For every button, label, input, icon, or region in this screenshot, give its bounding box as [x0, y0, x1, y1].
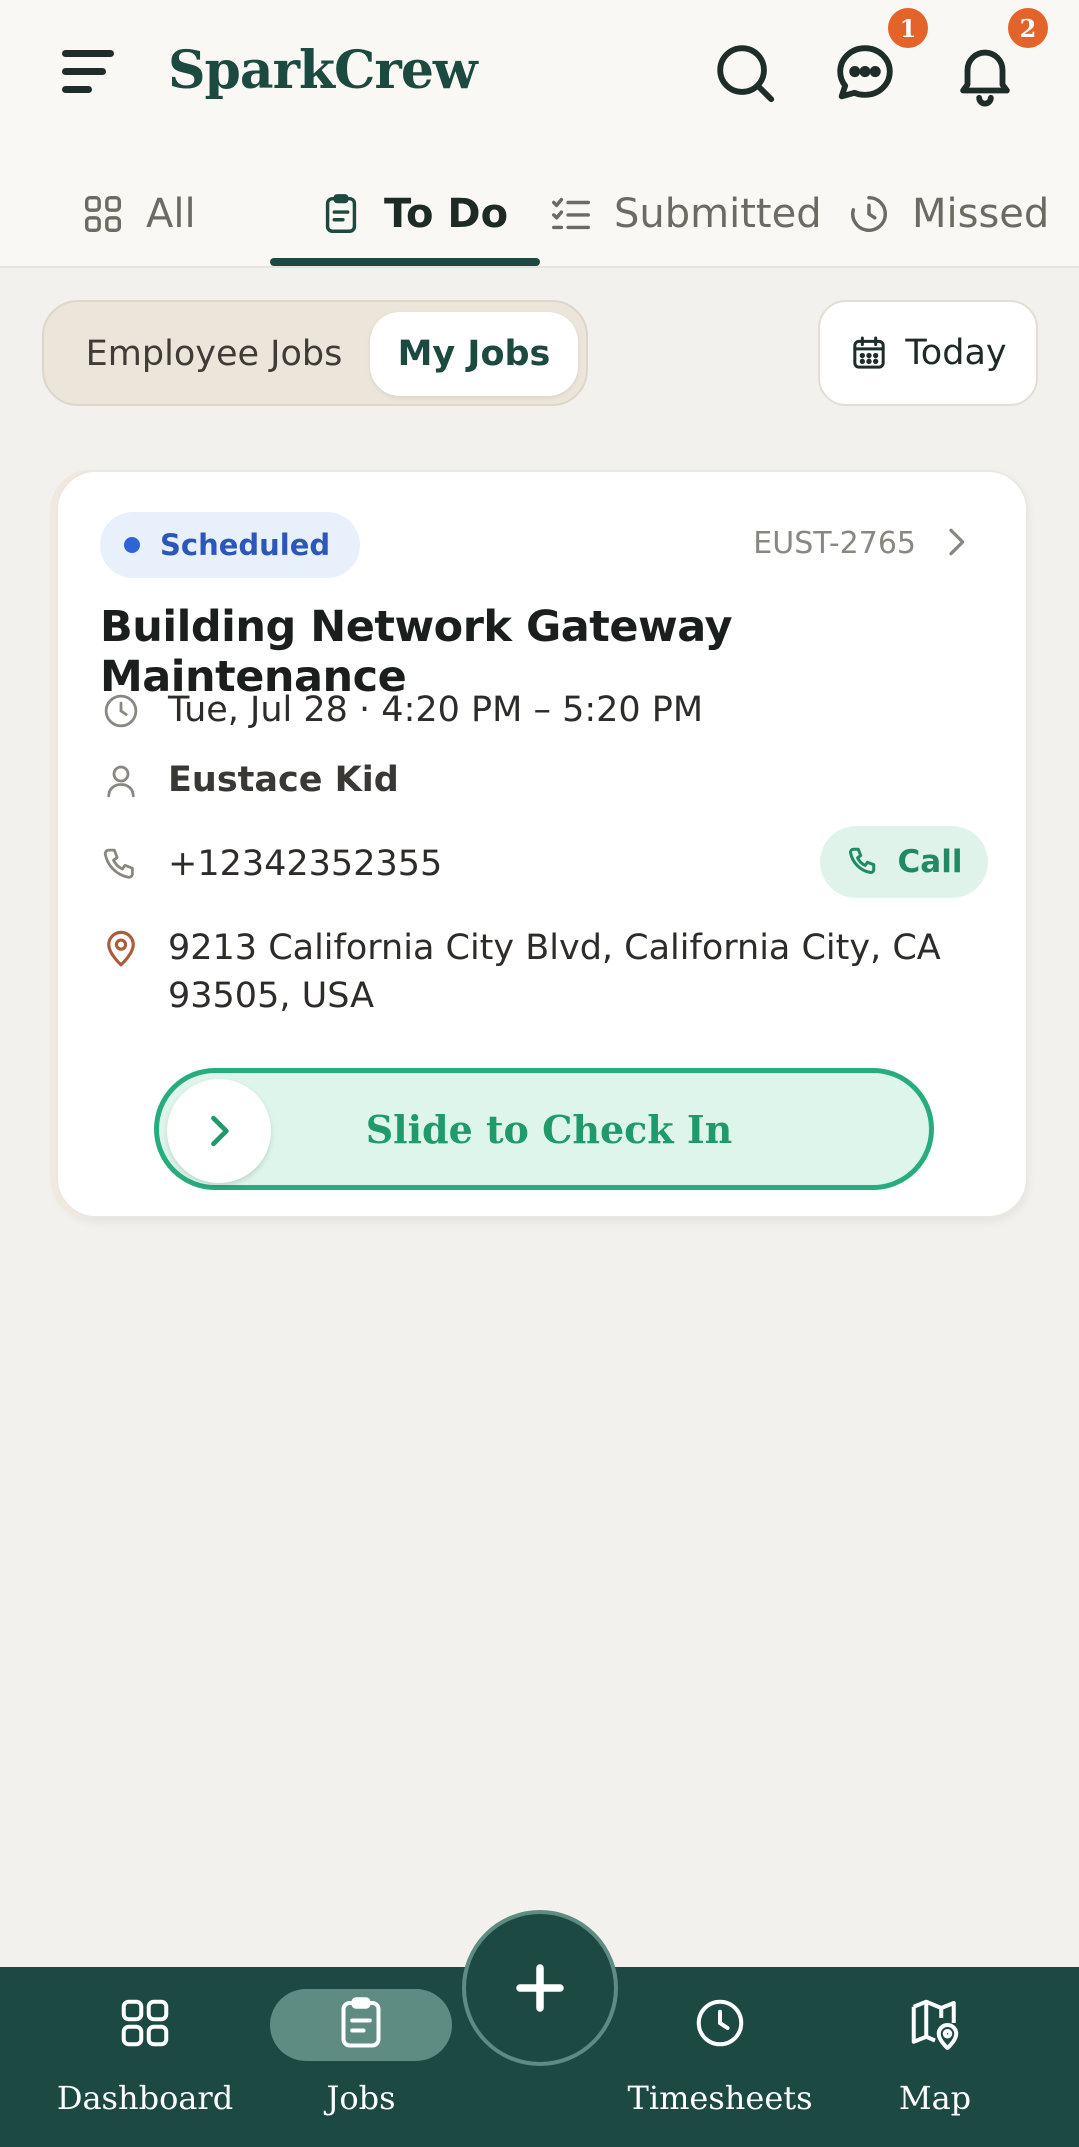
date-filter-label: Today: [905, 333, 1007, 373]
phone-icon: [103, 848, 134, 879]
bell-icon[interactable]: [950, 38, 1020, 108]
chat-icon[interactable]: [830, 38, 900, 108]
chevron-right-icon[interactable]: [936, 522, 976, 562]
nav-dashboard-label: Dashboard: [56, 2079, 234, 2117]
brand-logo: SparkCrew: [168, 40, 478, 101]
date-filter-button[interactable]: Today: [818, 300, 1038, 406]
job-scope-segmented-control: Employee Jobs My Jobs: [42, 300, 588, 406]
customer-name: Eustace Kid: [168, 760, 399, 800]
job-card[interactable]: Scheduled EUST-2765 Building Network Gat…: [56, 470, 1028, 1218]
check-in-slider-label: Slide to Check In: [365, 1106, 733, 1152]
active-tab-indicator: [270, 258, 540, 266]
tab-all[interactable]: All: [80, 180, 196, 248]
job-datetime: Tue, Jul 28 · 4:20 PM – 5:20 PM: [168, 690, 704, 730]
location-pin-icon: [107, 930, 135, 967]
job-address: 9213 California City Blvd, California Ci…: [168, 928, 941, 1016]
nav-jobs[interactable]: Jobs: [276, 1967, 446, 2147]
job-datetime-row: Tue, Jul 28 · 4:20 PM – 5:20 PM: [100, 690, 703, 732]
tab-all-label: All: [146, 191, 196, 237]
call-button[interactable]: Call: [820, 826, 988, 898]
chevron-right-icon: [211, 1115, 229, 1147]
nav-timesheets-label: Timesheets: [627, 2079, 813, 2117]
checklist-icon: [552, 197, 590, 230]
app-header: SparkCrew 1 2 All To Do Submitted Missed: [0, 0, 1079, 268]
clipboard-icon: [325, 194, 357, 233]
job-title: Building Network Gateway Maintenance: [100, 602, 732, 702]
plus-icon: [516, 1964, 564, 2012]
status-label: Scheduled: [160, 528, 331, 562]
tab-missed-label: Missed: [912, 191, 1050, 237]
nav-timesheets[interactable]: Timesheets: [627, 1967, 813, 2147]
status-dot: [124, 537, 140, 553]
grid-icon: [84, 195, 122, 233]
nav-jobs-label: Jobs: [326, 2079, 396, 2117]
job-phone-row: +12342352355: [100, 844, 442, 886]
status-badge: Scheduled: [100, 512, 361, 578]
check-in-slider[interactable]: Slide to Check In: [154, 1068, 934, 1190]
calendar-icon: [853, 336, 886, 369]
tab-to-do-label: To Do: [384, 191, 509, 237]
clock-icon: [696, 1999, 744, 2047]
slider-thumb[interactable]: [167, 1079, 271, 1183]
notifications-badge: 2: [1008, 8, 1048, 48]
clipboard-icon: [341, 1997, 381, 2048]
tab-missed[interactable]: Missed: [846, 180, 1049, 248]
job-address-row: 9213 California City Blvd, California Ci…: [100, 924, 980, 1020]
nav-dashboard[interactable]: Dashboard: [56, 1967, 234, 2147]
search-icon[interactable]: [710, 38, 780, 108]
tab-submitted-label: Submitted: [614, 191, 822, 237]
phone-icon: [848, 847, 875, 874]
nav-map[interactable]: Map: [870, 1967, 1000, 2147]
phone-number[interactable]: +12342352355: [168, 844, 442, 884]
nav-map-label: Map: [898, 2079, 972, 2117]
menu-icon[interactable]: [56, 44, 116, 100]
user-icon: [107, 765, 135, 798]
add-job-button[interactable]: [462, 1910, 618, 2066]
job-code: EUST-2765: [753, 526, 916, 561]
tab-submitted[interactable]: Submitted: [548, 180, 822, 248]
segment-my-jobs[interactable]: My Jobs: [370, 312, 578, 396]
segment-employee-jobs[interactable]: Employee Jobs: [54, 312, 374, 396]
clock-icon: [104, 694, 138, 728]
call-label: Call: [897, 844, 963, 880]
grid-icon: [121, 1999, 169, 2047]
clock-icon: [851, 195, 888, 232]
tab-to-do[interactable]: To Do: [318, 180, 508, 248]
messages-badge: 1: [888, 8, 928, 48]
job-customer-row: Eustace Kid: [100, 760, 399, 802]
map-pin-icon: [911, 1999, 959, 2050]
